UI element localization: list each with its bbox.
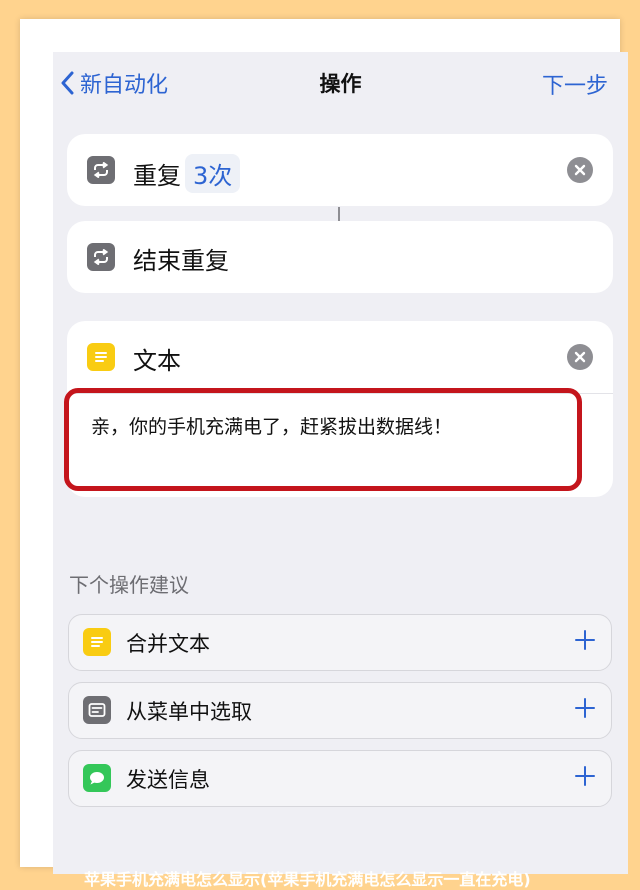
flow-connector xyxy=(338,207,340,221)
text-doc-icon xyxy=(83,628,111,656)
suggestion-label: 合并文本 xyxy=(126,632,210,656)
repeat-count-token[interactable]: 3次 xyxy=(185,154,241,193)
watermark-caption: 苹果手机充满电怎么显示(苹果手机充满电怎么显示一直在充电) xyxy=(84,870,531,889)
repeat-icon xyxy=(87,243,115,271)
repeat-icon xyxy=(87,156,115,184)
suggestion-item-send-message[interactable]: 发送信息 xyxy=(68,750,612,807)
remove-repeat-button[interactable] xyxy=(567,157,593,183)
screenshot-frame: 新自动化 操作 下一步 重复 3次 结束重复 文本 亲，你的手机充满电了，赶紧拔… xyxy=(20,19,628,874)
message-icon xyxy=(83,764,111,792)
phone-screen: 新自动化 操作 下一步 重复 3次 结束重复 文本 亲，你的手机充满电了，赶紧拔… xyxy=(53,52,628,874)
end-repeat-action-card[interactable]: 结束重复 xyxy=(67,221,613,293)
suggestion-item-combine-text[interactable]: 合并文本 xyxy=(68,614,612,671)
highlight-annotation xyxy=(64,388,582,491)
next-button[interactable]: 下一步 xyxy=(542,68,608,100)
suggestion-item-choose-from-menu[interactable]: 从菜单中选取 xyxy=(68,682,612,739)
end-repeat-label: 结束重复 xyxy=(133,247,229,275)
repeat-action-card[interactable]: 重复 3次 xyxy=(67,134,613,206)
menu-icon xyxy=(83,696,111,724)
suggestion-label: 发送信息 xyxy=(126,768,210,792)
add-icon[interactable] xyxy=(575,630,595,650)
suggestion-label: 从菜单中选取 xyxy=(126,700,252,724)
add-icon[interactable] xyxy=(575,698,595,718)
text-doc-icon xyxy=(87,343,115,371)
text-action-label: 文本 xyxy=(133,347,181,375)
remove-text-button[interactable] xyxy=(567,344,593,370)
close-icon xyxy=(574,164,586,176)
repeat-label: 重复 xyxy=(133,162,181,190)
close-icon xyxy=(574,351,586,363)
suggestions-title: 下个操作建议 xyxy=(69,573,189,597)
add-icon[interactable] xyxy=(575,766,595,786)
